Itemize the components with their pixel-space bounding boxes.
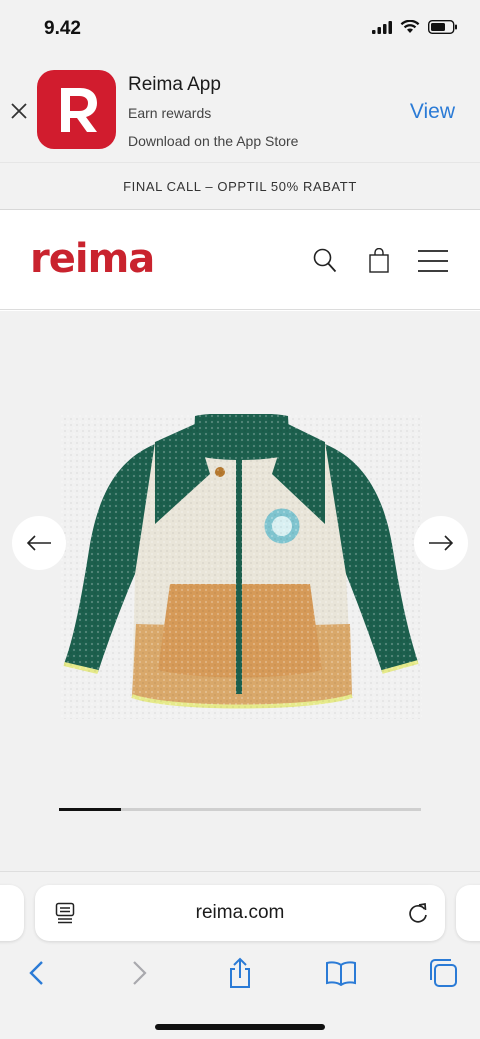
menu-icon[interactable] — [418, 249, 448, 273]
wifi-icon — [400, 20, 420, 33]
url-text[interactable]: reima.com — [35, 902, 445, 924]
next-tab[interactable] — [456, 885, 480, 941]
product-gallery — [0, 311, 480, 871]
shopping-bag-icon[interactable] — [369, 248, 389, 274]
reima-r-logo-icon — [61, 88, 97, 132]
cellular-signal-icon — [372, 20, 392, 34]
battery-icon — [428, 20, 457, 34]
app-icon — [37, 70, 116, 149]
tabs-icon — [430, 959, 457, 987]
previous-tab[interactable] — [0, 885, 24, 941]
fleece-jacket-image — [60, 414, 422, 719]
address-bar[interactable]: reima.com — [35, 885, 445, 941]
share-button[interactable] — [224, 957, 256, 989]
carousel-progress-fill — [59, 808, 121, 811]
status-icons — [372, 20, 458, 34]
status-time: 9.42 — [44, 18, 81, 39]
browser-toolbar: reima.com — [0, 871, 480, 1039]
forward-button[interactable] — [124, 957, 156, 989]
site-header: reima — [0, 211, 480, 310]
reload-icon[interactable] — [407, 901, 429, 925]
app-store-line: Download on the App Store — [128, 133, 299, 149]
app-banner: Reima App Earn rewards Download on the A… — [0, 58, 480, 162]
home-indicator — [155, 1024, 325, 1030]
forward-icon — [133, 961, 147, 985]
bookmarks-button[interactable] — [325, 957, 357, 989]
arrow-left-icon — [26, 535, 51, 551]
app-name: Reima App — [128, 74, 221, 95]
view-button[interactable]: View — [410, 100, 455, 124]
status-bar: 9.42 — [0, 0, 480, 58]
back-icon — [29, 961, 43, 985]
close-icon[interactable] — [10, 102, 28, 120]
tabs-button[interactable] — [427, 957, 459, 989]
reima-logo[interactable]: reima — [30, 236, 155, 282]
share-icon — [230, 957, 250, 988]
previous-image-button[interactable] — [12, 516, 66, 570]
arrow-right-icon — [429, 535, 454, 551]
promo-banner[interactable]: FINAL CALL – OPPTIL 50% RABATT — [0, 162, 480, 210]
app-subtitle: Earn rewards — [128, 105, 212, 121]
search-icon[interactable] — [313, 248, 337, 274]
next-image-button[interactable] — [414, 516, 468, 570]
carousel-progress[interactable] — [59, 808, 421, 811]
back-button[interactable] — [20, 957, 52, 989]
bookmarks-icon — [326, 961, 356, 986]
